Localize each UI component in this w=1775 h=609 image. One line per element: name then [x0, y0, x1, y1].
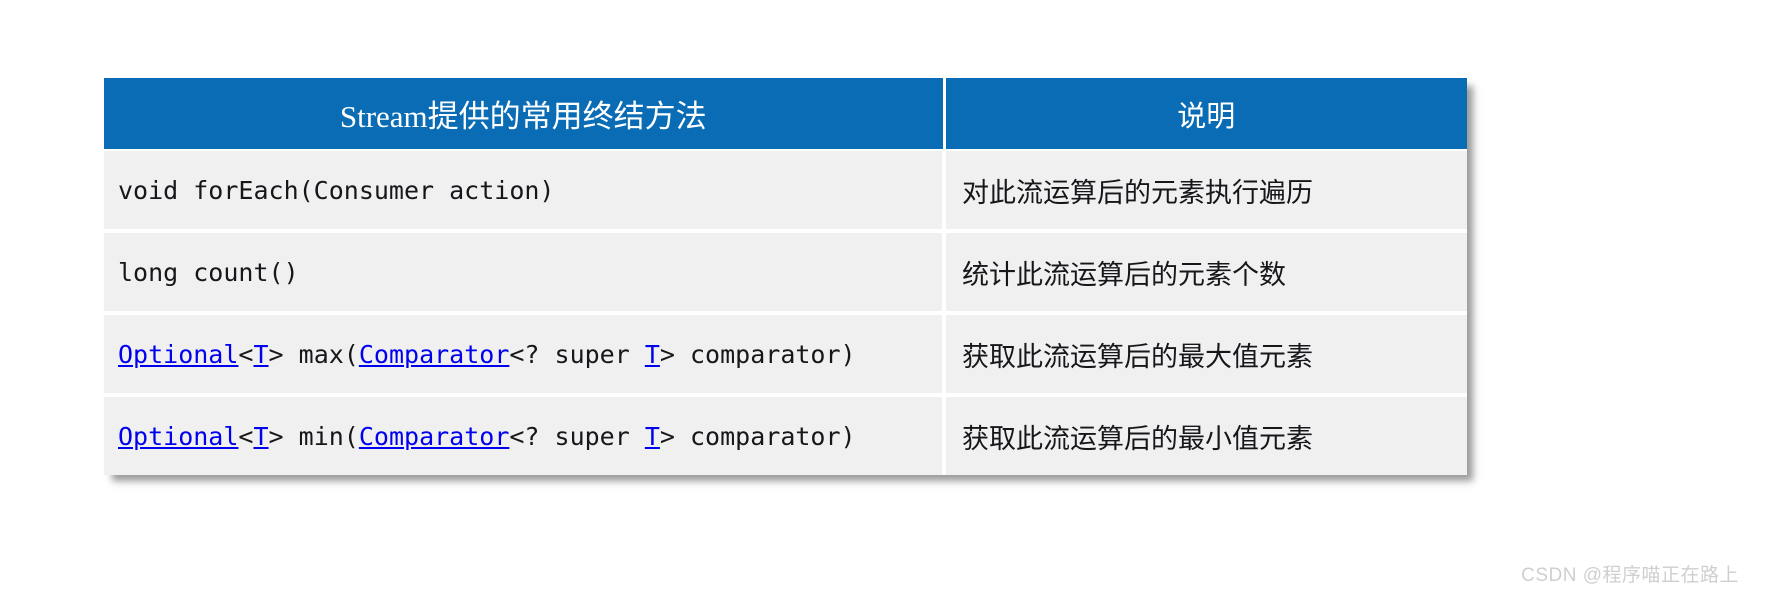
method-signature-code: Optional<T> max(Comparator<? super T> co… [118, 340, 856, 369]
table-row: long count() 统计此流运算后的元素个数 [104, 229, 1467, 313]
type-link[interactable]: Optional [118, 422, 238, 451]
code-text: void forEach(Consumer action) [118, 175, 555, 205]
type-link[interactable]: T [253, 422, 268, 451]
table-header-row: Stream提供的常用终结方法 说明 [104, 78, 1467, 150]
code-text: < [238, 421, 254, 451]
type-link[interactable]: Comparator [359, 340, 510, 369]
table-header: Stream提供的常用终结方法 说明 [104, 78, 1467, 150]
method-signature-cell: Optional<T> min(Comparator<? super T> co… [104, 393, 946, 475]
type-link[interactable]: T [645, 422, 660, 451]
table-body: void forEach(Consumer action) 对此流运算后的元素执行… [104, 149, 1467, 475]
code-text: <? super [509, 339, 645, 369]
method-signature-cell: void forEach(Consumer action) [104, 149, 946, 231]
code-text: > comparator) [659, 421, 856, 451]
type-link[interactable]: Comparator [359, 422, 510, 451]
table-row: Optional<T> max(Comparator<? super T> co… [104, 311, 1467, 395]
description-cell: 获取此流运算后的最小值元素 [944, 393, 1467, 475]
description-cell: 获取此流运算后的最大值元素 [944, 311, 1467, 395]
method-signature-code: Optional<T> min(Comparator<? super T> co… [118, 422, 856, 451]
column-header-description: 说明 [944, 78, 1467, 150]
code-text: > min( [268, 421, 359, 451]
type-link[interactable]: T [645, 340, 660, 369]
code-text: long count() [118, 257, 299, 287]
code-text: < [238, 339, 254, 369]
description-text: 对此流运算后的元素执行遍历 [962, 177, 1313, 208]
description-text: 获取此流运算后的最小值元素 [962, 423, 1313, 454]
table-row: void forEach(Consumer action) 对此流运算后的元素执行… [104, 149, 1467, 231]
stream-terminal-methods-table-container: Stream提供的常用终结方法 说明 void forEach(Consumer… [104, 78, 1467, 475]
description-text: 获取此流运算后的最大值元素 [962, 341, 1313, 372]
code-text: <? super [509, 421, 645, 451]
description-cell: 对此流运算后的元素执行遍历 [944, 149, 1467, 231]
stream-terminal-methods-table: Stream提供的常用终结方法 说明 void forEach(Consumer… [104, 78, 1467, 475]
csdn-watermark: CSDN @程序喵正在路上 [1521, 565, 1739, 586]
method-signature-code: long count() [118, 258, 299, 287]
type-link[interactable]: T [253, 340, 268, 369]
code-text: > max( [268, 339, 359, 369]
description-cell: 统计此流运算后的元素个数 [944, 229, 1467, 313]
column-header-method-signature: Stream提供的常用终结方法 [104, 78, 946, 150]
table-row: Optional<T> min(Comparator<? super T> co… [104, 393, 1467, 475]
code-text: > comparator) [659, 339, 856, 369]
description-text: 统计此流运算后的元素个数 [962, 259, 1286, 290]
method-signature-cell: Optional<T> max(Comparator<? super T> co… [104, 311, 946, 395]
method-signature-code: void forEach(Consumer action) [118, 176, 555, 205]
type-link[interactable]: Optional [118, 340, 238, 369]
method-signature-cell: long count() [104, 229, 946, 313]
